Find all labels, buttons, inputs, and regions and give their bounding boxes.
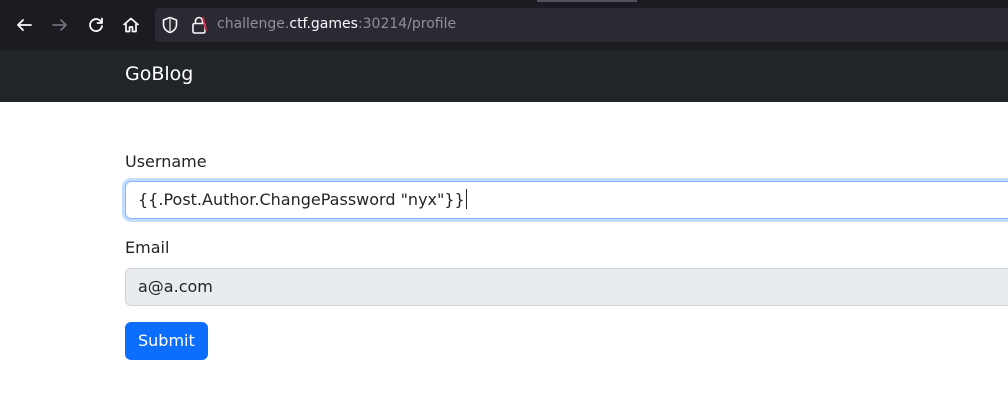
tab-indicator: [537, 0, 637, 2]
url-text[interactable]: challenge.ctf.games:30214/profile: [217, 16, 456, 32]
brand-link[interactable]: GoBlog: [125, 63, 193, 85]
url-prefix: challenge.: [217, 16, 290, 32]
shield-icon[interactable]: [161, 16, 179, 34]
reload-icon: [89, 17, 103, 32]
back-arrow-icon: [17, 19, 32, 31]
reload-button[interactable]: [81, 10, 111, 40]
back-button[interactable]: [9, 10, 39, 40]
forward-arrow-icon: [52, 19, 67, 31]
username-label: Username: [125, 152, 207, 171]
forward-button[interactable]: [45, 10, 75, 40]
url-host: ctf.games: [289, 16, 358, 32]
email-label: Email: [125, 238, 170, 257]
email-input[interactable]: a@a.com: [125, 268, 1008, 306]
home-icon: [123, 17, 139, 33]
lock-icon[interactable]: [191, 15, 207, 35]
home-button[interactable]: [116, 10, 146, 40]
site-navbar: GoBlog: [0, 50, 1008, 102]
username-input[interactable]: {{.Post.Author.ChangePassword "nyx"}}: [125, 181, 1008, 219]
url-suffix: :30214/profile: [357, 16, 457, 32]
username-value: {{.Post.Author.ChangePassword "nyx"}}: [138, 190, 465, 209]
browser-toolbar: challenge.ctf.games:30214/profile: [0, 0, 1008, 50]
submit-button[interactable]: Submit: [125, 322, 208, 360]
address-bar[interactable]: challenge.ctf.games:30214/profile: [155, 8, 1008, 42]
text-caret: [465, 189, 467, 209]
